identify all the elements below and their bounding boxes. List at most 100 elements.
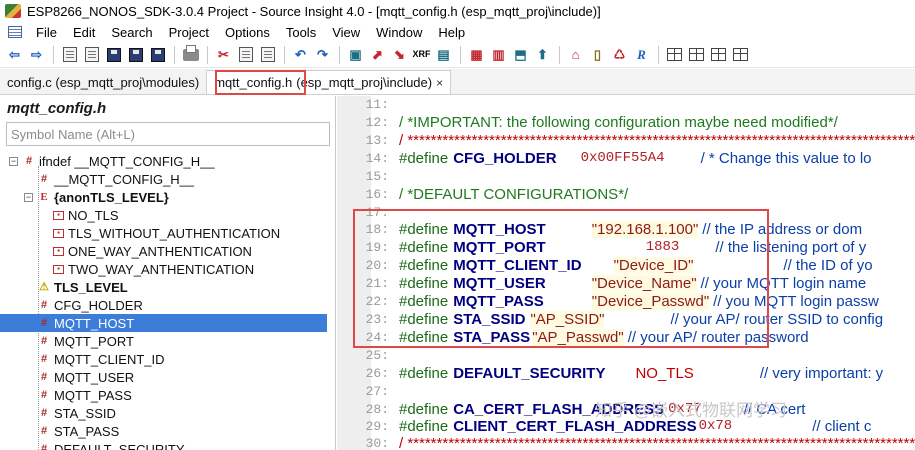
layout-rows-icon[interactable] (708, 44, 729, 65)
tab-config-c[interactable]: config.c (esp_mqtt_proj\modules) (0, 70, 206, 94)
symbol-window-title: mqtt_config.h (7, 99, 107, 117)
hash-icon: # (40, 298, 48, 311)
tree-item-sta-pass[interactable]: # STA_PASS (0, 422, 335, 440)
hash-icon: # (40, 370, 48, 383)
symbol-window-icon[interactable]: ▤ (433, 44, 454, 65)
window-menu-icon[interactable] (8, 26, 22, 38)
browse-files-icon[interactable]: ▯ (587, 44, 608, 65)
tree-item-mqtt-user[interactable]: # MQTT_USER (0, 368, 335, 386)
code-comment: / *DEFAULT CONFIGURATIONS*/ (399, 185, 629, 203)
enum-member-icon: ▪ (53, 210, 64, 220)
tree-item-one-way-auth[interactable]: ▪ ONE_WAY_ANTHENTICATION (0, 242, 335, 260)
tree-item-mqtt-client-id[interactable]: # MQTT_CLIENT_ID (0, 350, 335, 368)
tree-item-no-tls[interactable]: ▪ NO_TLS (0, 206, 335, 224)
code-line: 13: / **********************************… (337, 131, 915, 149)
line-number: 26: (365, 365, 389, 381)
browse-icon[interactable]: ▥ (488, 44, 509, 65)
code-value: NO_TLS (635, 364, 694, 382)
tree-item-label: CFG_HOLDER (54, 297, 143, 313)
code-comment: // the IP address or dom (702, 220, 863, 238)
bookmark-icon[interactable]: ⬒ (510, 44, 531, 65)
context-window-icon[interactable]: ▦ (466, 44, 487, 65)
enum-member-icon: ▪ (53, 246, 64, 256)
forward-arrow-icon[interactable]: ⇨ (26, 44, 47, 65)
menu-tools[interactable]: Tools (278, 25, 324, 40)
toolbar-separator (207, 45, 208, 64)
tree-item-ifndef[interactable]: − # ifndef __MQTT_CONFIG_H__ (0, 152, 335, 170)
menu-edit[interactable]: Edit (65, 25, 103, 40)
undo-icon[interactable]: ↶ (290, 44, 311, 65)
tree-item-label: STA_SSID (54, 405, 116, 421)
code-keyword: #define (399, 400, 449, 418)
new-file-icon[interactable] (59, 44, 80, 65)
menu-help[interactable]: Help (430, 25, 473, 40)
line-number: 16: (365, 186, 389, 202)
tab-close-icon[interactable]: × (436, 76, 443, 90)
code-line: 12: / *IMPORTANT: the following configur… (337, 113, 915, 131)
lookup-icon[interactable]: ▣ (345, 44, 366, 65)
up-icon[interactable]: ⬆ (532, 44, 553, 65)
tree-item-sta-ssid[interactable]: # STA_SSID (0, 404, 335, 422)
code-comment: // the ID of yo (783, 256, 873, 274)
menu-options[interactable]: Options (217, 25, 278, 40)
line-number: 11: (365, 96, 389, 112)
back-arrow-icon[interactable]: ⇦ (4, 44, 25, 65)
code-editor[interactable]: 11: 12: / *IMPORTANT: the following conf… (337, 96, 915, 450)
tree-item-tls-without-auth[interactable]: ▪ TLS_WITHOUT_AUTHENTICATION (0, 224, 335, 242)
window-title: ESP8266_NONOS_SDK-3.0.4 Project - Source… (27, 3, 601, 19)
tree-item-mqtt-host[interactable]: # MQTT_HOST (0, 314, 327, 332)
watermark: 知乎 @嵌入式物联网学习 (595, 401, 787, 420)
menu-file[interactable]: File (28, 25, 65, 40)
symbol-search-input[interactable] (6, 122, 330, 146)
jump-down-icon[interactable]: ⬊ (389, 44, 410, 65)
tree-item-label: MQTT_CLIENT_ID (54, 351, 165, 367)
tree-item-mqtt-port[interactable]: # MQTT_PORT (0, 332, 335, 350)
redo-icon[interactable]: ↷ (312, 44, 333, 65)
code-keyword: #define (399, 220, 449, 238)
save-all-icon[interactable] (125, 44, 146, 65)
layout-grid-icon[interactable] (664, 44, 685, 65)
tree-item-label: MQTT_HOST (54, 315, 135, 331)
collapse-icon[interactable]: − (9, 156, 18, 166)
line-number: 19: (365, 239, 389, 255)
code-keyword: #define (399, 328, 449, 346)
save-icon[interactable] (103, 44, 124, 65)
code-value: 1883 (645, 239, 680, 255)
paste-icon[interactable] (257, 44, 278, 65)
cut-icon[interactable]: ✂ (213, 44, 234, 65)
close-file-icon[interactable] (147, 44, 168, 65)
xref-icon[interactable]: XRF (411, 44, 432, 65)
open-file-icon[interactable] (81, 44, 102, 65)
jump-up-icon[interactable]: ⬈ (367, 44, 388, 65)
code-keyword: #define (399, 417, 449, 435)
tree-item-two-way-auth[interactable]: ▪ TWO_WAY_ANTHENTICATION (0, 260, 335, 278)
tree-item-anon-tls-level[interactable]: − E {anonTLS_LEVEL} (0, 188, 335, 206)
menu-view[interactable]: View (324, 25, 368, 40)
tree-item-mqtt-pass[interactable]: # MQTT_PASS (0, 386, 335, 404)
typedef-icon: ⚠ (39, 280, 49, 293)
copy-icon[interactable] (235, 44, 256, 65)
menu-search[interactable]: Search (103, 25, 160, 40)
collapse-icon[interactable]: − (24, 192, 33, 202)
menu-bar: File Edit Search Project Options Tools V… (0, 22, 915, 42)
tree-item-mqtt-config-h-macro[interactable]: # __MQTT_CONFIG_H__ (0, 170, 335, 188)
tree-item-cfg-holder[interactable]: # CFG_HOLDER (0, 296, 335, 314)
tab-mqtt-config-h[interactable]: mqtt_config.h (esp_mqtt_proj\include) × (206, 70, 452, 94)
hash-icon: # (40, 388, 48, 401)
menu-project[interactable]: Project (161, 25, 217, 40)
code-line: 24: #define STA_PASS "AP_Passwd" // your… (337, 328, 915, 346)
code-comment: / **************************************… (399, 434, 915, 450)
rename-icon[interactable]: R (631, 44, 652, 65)
line-number: 15: (365, 168, 389, 184)
tree-item-tls-level[interactable]: ⚠ TLS_LEVEL (0, 278, 335, 296)
menu-window[interactable]: Window (368, 25, 430, 40)
print-icon[interactable] (180, 44, 201, 65)
sync-icon[interactable]: ♺ (609, 44, 630, 65)
line-number: 18: (365, 221, 389, 237)
layout-panels-icon[interactable] (730, 44, 751, 65)
tab-path: (esp_mqtt_proj\include) (296, 75, 433, 90)
relation-icon[interactable]: ⌂ (565, 44, 586, 65)
layout-columns-icon[interactable] (686, 44, 707, 65)
toolbar-separator (284, 45, 285, 64)
tree-item-default-security[interactable]: # DEFAULT_SECURITY (0, 440, 335, 450)
